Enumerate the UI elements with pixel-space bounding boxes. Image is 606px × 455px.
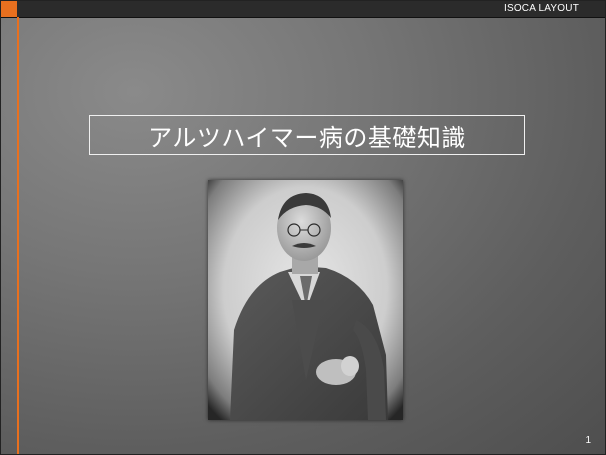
slide-title: アルツハイマー病の基礎知識 xyxy=(148,123,466,152)
portrait-photo xyxy=(208,180,403,420)
slide: ISOCA LAYOUT アルツハイマー病の基礎知識 1 xyxy=(0,0,606,455)
top-bar: ISOCA LAYOUT xyxy=(1,1,605,18)
portrait-icon xyxy=(208,180,403,420)
layout-brand-label: ISOCA LAYOUT xyxy=(503,3,579,14)
title-box: アルツハイマー病の基礎知識 xyxy=(89,115,525,155)
accent-vertical-line xyxy=(17,17,19,454)
accent-corner xyxy=(1,1,17,17)
page-number: 1 xyxy=(585,435,591,446)
